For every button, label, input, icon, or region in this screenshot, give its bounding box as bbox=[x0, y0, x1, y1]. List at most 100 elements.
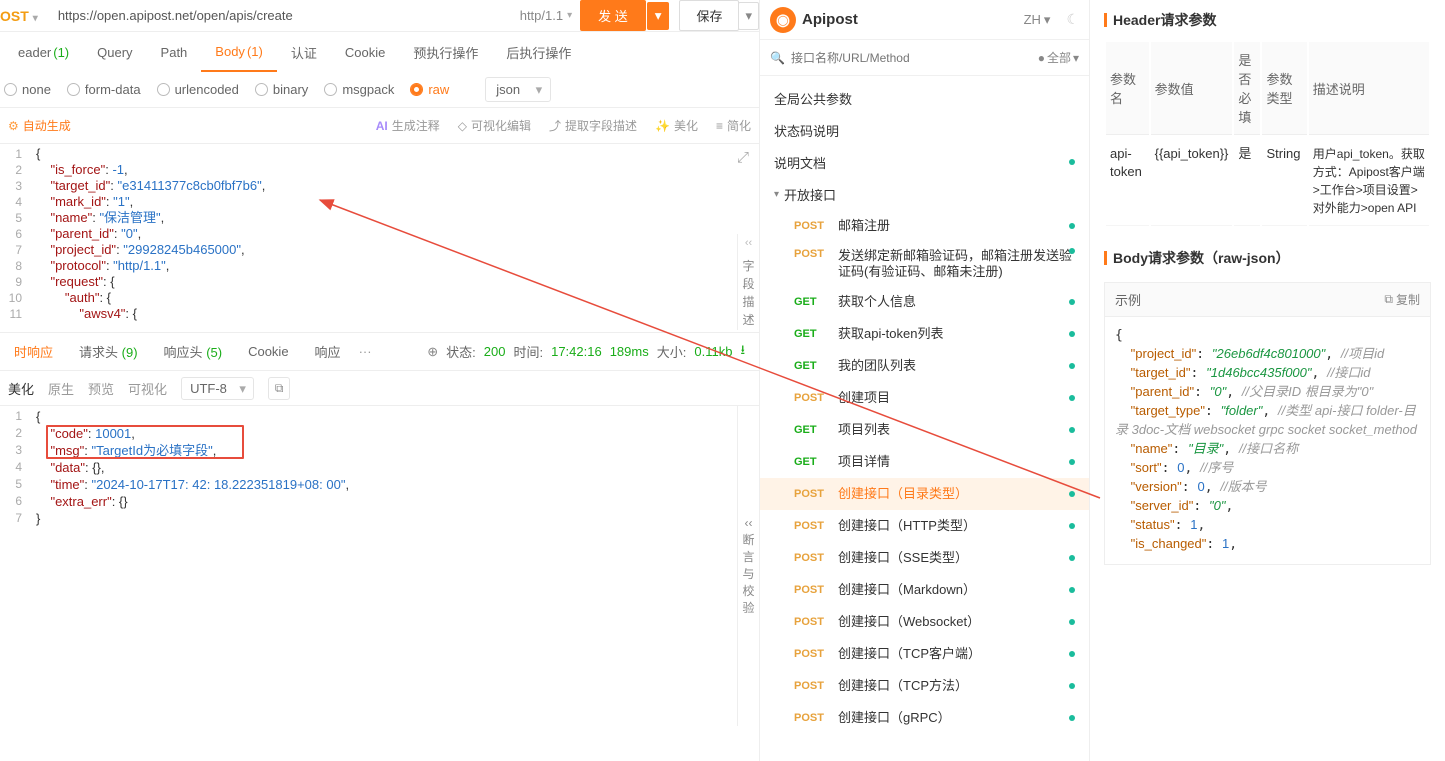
api-item[interactable]: POST创建接口（SSE类型） bbox=[760, 542, 1089, 574]
radio-binary[interactable]: binary bbox=[255, 82, 308, 97]
radio-urlencoded[interactable]: urlencoded bbox=[157, 82, 239, 97]
theme-toggle-icon[interactable]: ☾ bbox=[1066, 11, 1079, 28]
tab-query[interactable]: Query bbox=[83, 32, 146, 72]
brand-header: ◉ Apipost ZH ▾ ☾ bbox=[760, 0, 1089, 40]
tab-auth[interactable]: 认证 bbox=[277, 32, 331, 72]
globe-icon: ⊕ bbox=[427, 344, 438, 360]
send-button[interactable]: 发 送 bbox=[580, 0, 646, 31]
tab-body[interactable]: Body (1) bbox=[201, 32, 277, 72]
resp-visual-button[interactable]: 可视化 bbox=[128, 379, 167, 398]
more-icon[interactable]: ··· bbox=[359, 344, 372, 359]
extract-button[interactable]: ⤴ 提取字段描述 bbox=[549, 117, 637, 134]
search-icon: 🔍 bbox=[770, 51, 785, 65]
search-input[interactable] bbox=[791, 51, 1032, 65]
beautify-button[interactable]: ✨ 美化 bbox=[655, 117, 698, 134]
filter-select[interactable]: ● 全部 ▾ bbox=[1038, 49, 1079, 66]
raw-type-select[interactable]: json bbox=[485, 77, 551, 102]
auto-generate-button[interactable]: ⚙自动生成 bbox=[8, 117, 71, 134]
url-input[interactable] bbox=[50, 8, 512, 23]
lang-select[interactable]: ZH ▾ bbox=[1024, 12, 1051, 28]
api-item[interactable]: GET获取个人信息 bbox=[760, 286, 1089, 318]
field-desc-sidebar[interactable]: ‹‹ 字段描述 bbox=[737, 234, 759, 330]
api-search: 🔍 ● 全部 ▾ bbox=[760, 40, 1089, 76]
simplify-button[interactable]: ≡ 简化 bbox=[716, 117, 751, 134]
example-code: { "project_id": "26eb6df4c801000", //项目i… bbox=[1105, 317, 1430, 564]
http-version-select[interactable]: http/1.1▾ bbox=[512, 8, 580, 23]
resp-preview-button[interactable]: 预览 bbox=[88, 379, 114, 398]
copy-response-icon[interactable]: ⧉ bbox=[268, 377, 291, 400]
url-bar: OST▾ http/1.1▾ 发 送 ▾ 保存 ▾ bbox=[0, 0, 759, 32]
encoding-select[interactable]: UTF-8 bbox=[181, 377, 254, 400]
tab-realtime[interactable]: 时响应 bbox=[6, 342, 61, 361]
right-panel: Header请求参数 参数名参数值是否必填参数类型描述说明 api-token{… bbox=[1090, 0, 1445, 761]
tree-global-params[interactable]: 全局公共参数 bbox=[760, 82, 1089, 114]
table-row: api-token{{api_token}}是String用户api_token… bbox=[1106, 137, 1429, 226]
middle-panel: ◉ Apipost ZH ▾ ☾ 🔍 ● 全部 ▾ 全局公共参数 状态码说明 说… bbox=[760, 0, 1090, 761]
api-tree: 全局公共参数 状态码说明 说明文档 ▾开放接口 POST邮箱注册POST发送绑定… bbox=[760, 76, 1089, 740]
radio-raw[interactable]: raw bbox=[410, 82, 449, 97]
visual-edit-button[interactable]: ◇ 可视化编辑 bbox=[458, 117, 531, 134]
tree-open-api[interactable]: ▾开放接口 bbox=[760, 178, 1089, 210]
tree-docs[interactable]: 说明文档 bbox=[760, 146, 1089, 178]
api-item[interactable]: GET项目列表 bbox=[760, 414, 1089, 446]
send-dropdown[interactable]: ▾ bbox=[647, 2, 670, 30]
chevron-down-icon: ▾ bbox=[33, 13, 38, 24]
brand-title: Apipost bbox=[802, 11, 858, 28]
request-tabs: eader (1) Query Path Body (1) 认证 Cookie … bbox=[0, 32, 759, 72]
api-item[interactable]: POST发送绑定新邮箱验证码，邮箱注册发送验证码(有验证码、邮箱未注册) bbox=[760, 242, 1089, 286]
tab-response[interactable]: 响应 bbox=[307, 342, 349, 361]
save-button[interactable]: 保存 bbox=[679, 0, 739, 31]
tab-request-headers[interactable]: 请求头 (9) bbox=[71, 342, 146, 361]
api-item[interactable]: POST创建接口（TCP客户端） bbox=[760, 638, 1089, 670]
tab-path[interactable]: Path bbox=[147, 32, 202, 72]
api-item[interactable]: POST创建接口（Markdown） bbox=[760, 574, 1089, 606]
tree-status-codes[interactable]: 状态码说明 bbox=[760, 114, 1089, 146]
radio-none[interactable]: none bbox=[4, 82, 51, 97]
tab-header[interactable]: eader (1) bbox=[4, 32, 83, 72]
api-item[interactable]: POST创建接口（HTTP类型） bbox=[760, 510, 1089, 542]
response-toolbar: 美化 原生 预览 可视化 UTF-8 ⧉ bbox=[0, 370, 759, 406]
resp-beautify-button[interactable]: 美化 bbox=[8, 379, 34, 398]
assert-sidebar[interactable]: ‹‹ 断言与校验 bbox=[737, 406, 759, 726]
radio-msgpack[interactable]: msgpack bbox=[324, 82, 394, 97]
ai-comment-button[interactable]: AI 生成注释 bbox=[376, 117, 440, 134]
response-tabs: 时响应 请求头 (9) 响应头 (5) Cookie 响应 ··· ⊕ 状态: … bbox=[0, 332, 759, 370]
tab-cookie[interactable]: Cookie bbox=[331, 32, 399, 72]
chevron-left-icon: ‹‹ bbox=[745, 515, 753, 532]
api-item[interactable]: GET获取api-token列表 bbox=[760, 318, 1089, 350]
body-params-title: Body请求参数（raw-json） bbox=[1104, 248, 1431, 268]
tab-post[interactable]: 后执行操作 bbox=[492, 32, 585, 72]
expand-icon[interactable]: ⤢ bbox=[737, 150, 749, 166]
api-item[interactable]: POST邮箱注册 bbox=[760, 210, 1089, 242]
method-select[interactable]: OST▾ bbox=[0, 8, 50, 24]
header-params-table: 参数名参数值是否必填参数类型描述说明 api-token{{api_token}… bbox=[1104, 40, 1431, 228]
radio-formdata[interactable]: form-data bbox=[67, 82, 141, 97]
chevron-down-icon: ▾ bbox=[1044, 12, 1051, 28]
left-panel: OST▾ http/1.1▾ 发 送 ▾ 保存 ▾ eader (1) Quer… bbox=[0, 0, 760, 761]
chevron-down-icon: ▾ bbox=[774, 189, 779, 200]
download-icon[interactable]: ⭳ bbox=[740, 341, 745, 363]
api-item[interactable]: GET我的团队列表 bbox=[760, 350, 1089, 382]
editor-toolbar: ⚙自动生成 AI 生成注释 ◇ 可视化编辑 ⤴ 提取字段描述 ✨ 美化 ≡ 简化 bbox=[0, 108, 759, 144]
resp-raw-button[interactable]: 原生 bbox=[48, 379, 74, 398]
api-item[interactable]: GET项目详情 bbox=[760, 446, 1089, 478]
copy-button[interactable]: ⧉ 复制 bbox=[1384, 291, 1420, 308]
response-status: ⊕ 状态: 200 时间: 17:42:16 189ms 大小: 0.11kb … bbox=[427, 341, 753, 363]
api-item[interactable]: POST创建接口（gRPC） bbox=[760, 702, 1089, 734]
api-item[interactable]: POST创建项目 bbox=[760, 382, 1089, 414]
request-body-editor[interactable]: 1234567891011 { "is_force": -1, "target_… bbox=[0, 144, 759, 332]
tab-resp-cookie[interactable]: Cookie bbox=[240, 344, 296, 359]
chevron-left-icon: ‹‹ bbox=[745, 235, 752, 251]
api-item[interactable]: POST创建接口（Websocket） bbox=[760, 606, 1089, 638]
response-body-editor[interactable]: 1234567 { "code": 10001, "msg": "TargetI… bbox=[0, 406, 759, 726]
tab-pre[interactable]: 预执行操作 bbox=[399, 32, 492, 72]
example-block: 示例 ⧉ 复制 { "project_id": "26eb6df4c801000… bbox=[1104, 282, 1431, 565]
api-item[interactable]: POST创建接口（TCP方法） bbox=[760, 670, 1089, 702]
tab-response-headers[interactable]: 响应头 (5) bbox=[156, 342, 231, 361]
api-item[interactable]: POST创建接口（目录类型） bbox=[760, 478, 1089, 510]
example-label: 示例 bbox=[1115, 290, 1141, 309]
bulb-icon: ⚙ bbox=[8, 119, 19, 133]
header-params-title: Header请求参数 bbox=[1104, 10, 1431, 30]
save-dropdown[interactable]: ▾ bbox=[738, 2, 759, 30]
logo-icon: ◉ bbox=[770, 7, 796, 33]
